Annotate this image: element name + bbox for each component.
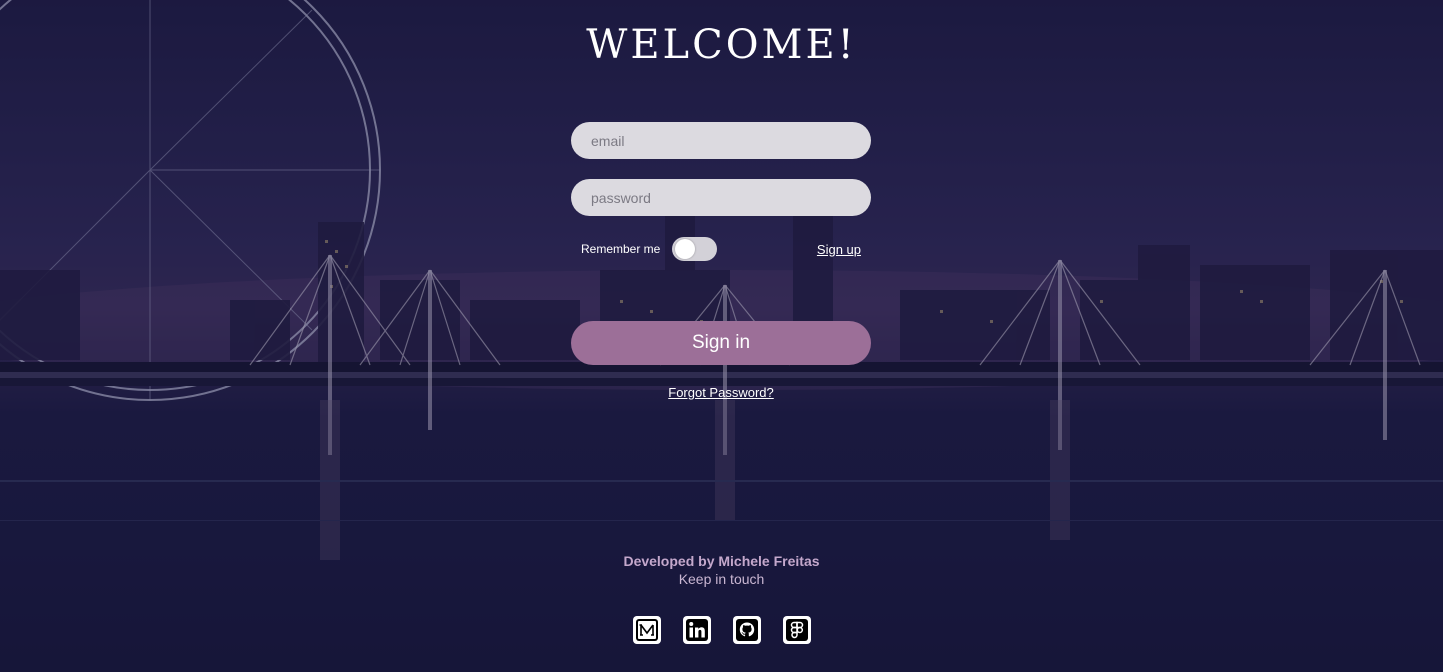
signin-button[interactable]: Sign in: [571, 321, 871, 365]
keep-in-touch-text: Keep in touch: [678, 571, 765, 587]
footer: Developed by Michele Freitas Keep in tou…: [0, 553, 1443, 644]
toggle-knob: [675, 239, 695, 259]
developer-credit: Developed by Michele Freitas: [623, 553, 820, 569]
page-title: WELCOME!: [586, 22, 857, 68]
email-field[interactable]: [571, 122, 871, 159]
forgot-password-link[interactable]: Forgot Password?: [571, 385, 871, 400]
linkedin-icon[interactable]: [682, 616, 711, 644]
figma-icon[interactable]: [782, 616, 811, 644]
login-form: Remember me Sign up Sign in Forgot Passw…: [571, 122, 871, 400]
social-links: [0, 616, 1443, 644]
signup-link[interactable]: Sign up: [817, 242, 861, 257]
medium-icon[interactable]: [632, 616, 661, 644]
password-field[interactable]: [571, 179, 871, 216]
remember-me-label: Remember me: [581, 242, 661, 256]
remember-me-toggle[interactable]: [672, 237, 717, 261]
github-icon[interactable]: [732, 616, 761, 644]
options-row: Remember me Sign up: [571, 236, 871, 262]
